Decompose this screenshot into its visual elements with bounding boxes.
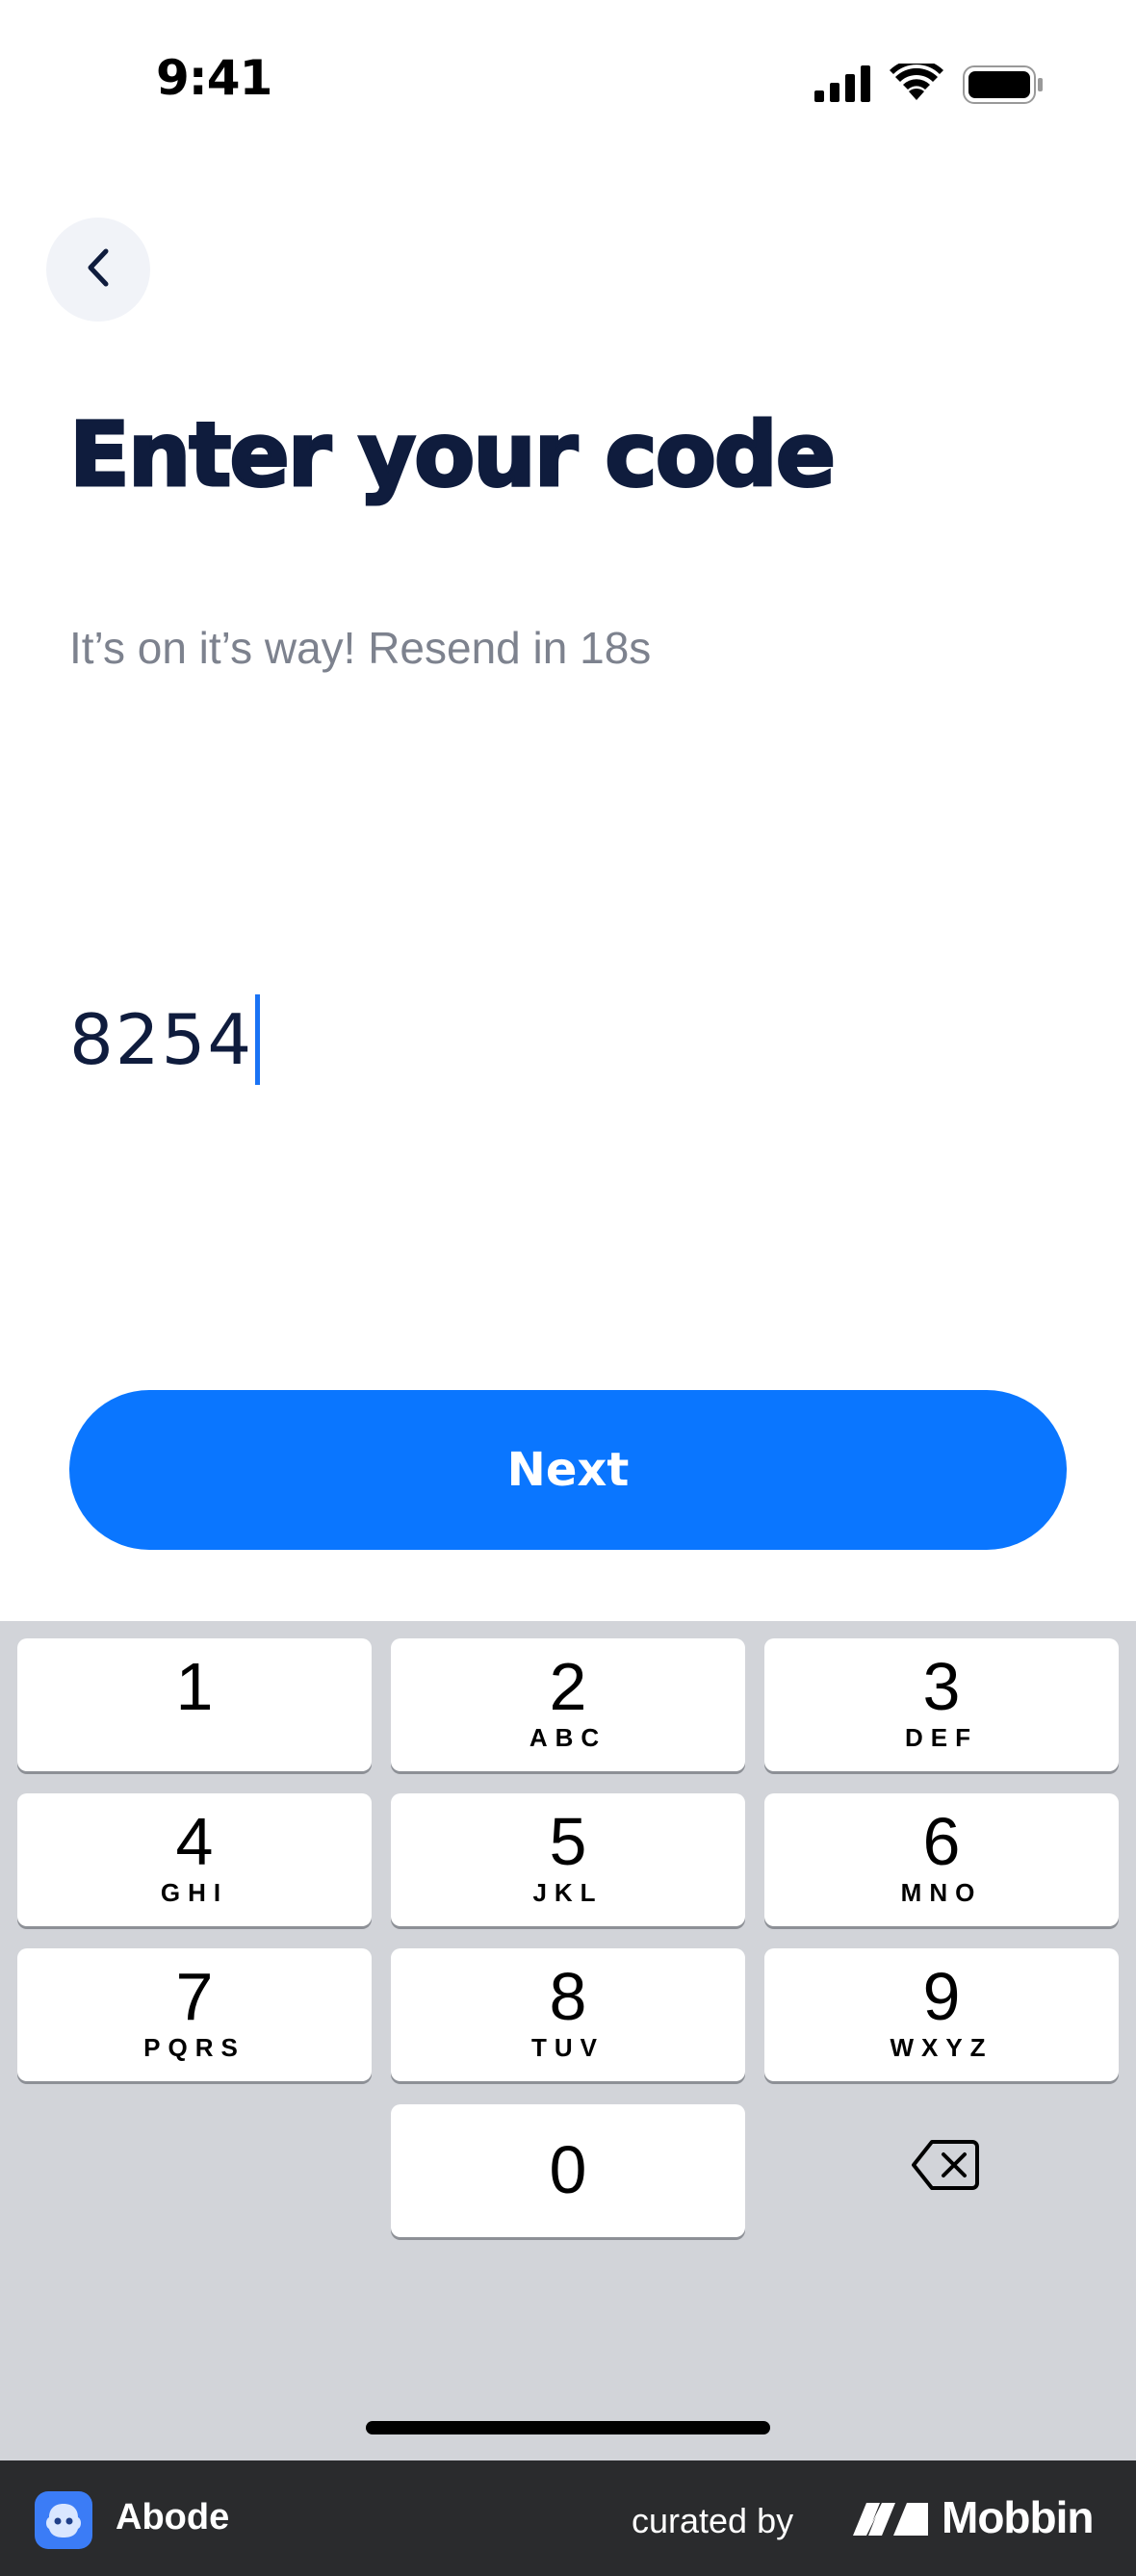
key-9[interactable]: 9 WXYZ xyxy=(764,1948,1119,2081)
key-digit: 9 xyxy=(922,1959,961,2034)
key-digit: 7 xyxy=(175,1959,214,2034)
key-letters: MNO xyxy=(900,1878,983,1907)
status-bar: 9:41 xyxy=(0,0,1136,164)
backspace-icon xyxy=(911,2138,980,2197)
key-digit: 3 xyxy=(922,1649,961,1724)
wifi-icon xyxy=(890,59,943,107)
key-0[interactable]: 0 xyxy=(391,2104,745,2237)
key-5[interactable]: 5 JKL xyxy=(391,1793,745,1926)
app-logo-icon xyxy=(35,2491,92,2549)
app-name: Abode xyxy=(116,2497,230,2537)
key-digit: 6 xyxy=(922,1804,961,1879)
home-indicator xyxy=(366,2421,770,2434)
key-digit: 8 xyxy=(549,1959,587,2034)
key-letters: ABC xyxy=(529,1723,607,1752)
chevron-left-icon xyxy=(79,244,117,296)
curated-by-label: curated by xyxy=(632,2501,794,2540)
code-input-value: 8254 xyxy=(69,999,254,1080)
key-8[interactable]: 8 TUV xyxy=(391,1948,745,2081)
key-digit: 4 xyxy=(175,1804,214,1879)
key-letters: JKL xyxy=(532,1878,604,1907)
mobbin-brand-name: Mobbin xyxy=(942,2492,1094,2542)
next-button-label: Next xyxy=(506,1443,630,1497)
key-3[interactable]: 3 DEF xyxy=(764,1638,1119,1771)
key-1[interactable]: 1 xyxy=(17,1638,372,1771)
key-6[interactable]: 6 MNO xyxy=(764,1793,1119,1926)
key-letters: GHI xyxy=(160,1878,229,1907)
key-letters: WXYZ xyxy=(890,2033,994,2062)
key-digit: 5 xyxy=(549,1804,587,1879)
resend-countdown: It’s on it’s way! Resend in 18s xyxy=(69,623,652,673)
key-2[interactable]: 2 ABC xyxy=(391,1638,745,1771)
key-letters: DEF xyxy=(905,1723,978,1752)
key-letters: PQRS xyxy=(143,2033,245,2062)
key-7[interactable]: 7 PQRS xyxy=(17,1948,372,2081)
status-time: 9:41 xyxy=(156,50,272,106)
key-digit: 1 xyxy=(175,1649,214,1724)
page-title: Enter your code xyxy=(68,402,838,507)
back-button[interactable] xyxy=(46,218,150,322)
key-4[interactable]: 4 GHI xyxy=(17,1793,372,1926)
mobbin-logo-icon xyxy=(851,2497,932,2544)
delete-key[interactable] xyxy=(897,2133,994,2201)
key-letters: TUV xyxy=(531,2033,605,2062)
battery-icon xyxy=(963,65,1044,109)
next-button[interactable]: Next xyxy=(69,1390,1067,1550)
code-input-field[interactable]: 8254 xyxy=(69,992,261,1088)
key-digit: 0 xyxy=(549,2132,587,2207)
text-caret xyxy=(255,994,261,1085)
cellular-signal-icon xyxy=(814,65,872,107)
key-digit: 2 xyxy=(549,1649,587,1724)
